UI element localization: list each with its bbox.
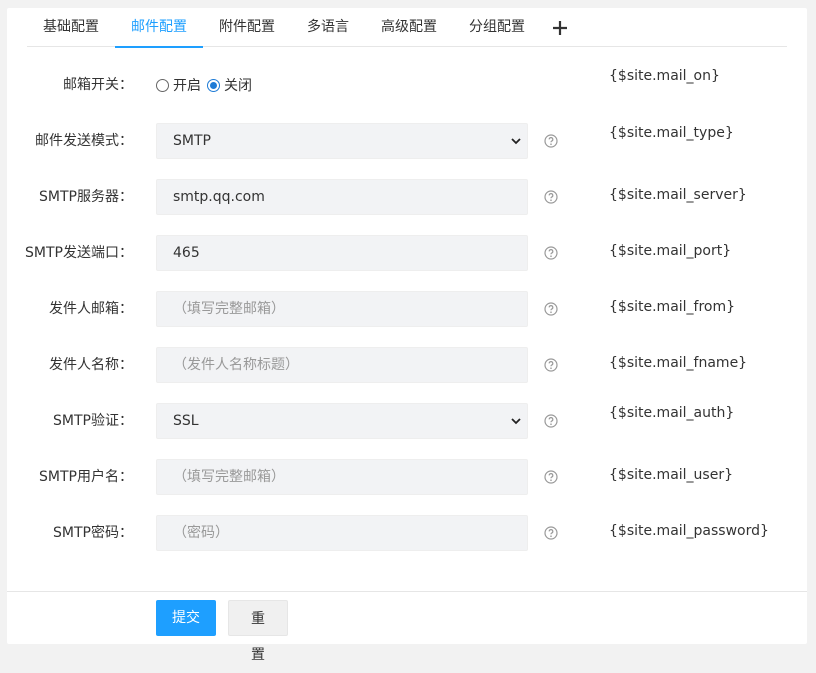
mail-auth-label: SMTP验证： [53, 413, 133, 429]
mail-user-control [156, 459, 528, 495]
mail-fname-input[interactable] [156, 347, 528, 383]
mail-on-option-enable[interactable]: 开启 [156, 75, 201, 95]
mail-port-input[interactable] [156, 235, 528, 271]
mail-password-label: SMTP密码： [53, 525, 133, 541]
config-tabs: 基础配置 邮件配置 附件配置 多语言 高级配置 分组配置 [27, 8, 787, 48]
mail-auth-select[interactable]: SSL [156, 403, 528, 439]
form-row-mail-password: SMTP密码： {$site.mail_password} [7, 515, 807, 551]
submit-button[interactable]: 提交 [156, 600, 216, 636]
form-row-mail-fname: 发件人名称： {$site.mail_fname} [7, 347, 807, 383]
form-footer: 提交 重置 [7, 591, 807, 663]
form-row-mail-on: 邮箱开关： 开启 关闭 {$site.mail_on} [7, 67, 807, 103]
mail-fname-label: 发件人名称： [49, 357, 133, 373]
mail-on-option-disable-label: 关闭 [224, 78, 252, 94]
radio-checked-icon[interactable] [207, 78, 220, 92]
mail-fname-variable: {$site.mail_fname} [609, 355, 748, 371]
mail-type-label: 邮件发送模式： [35, 133, 133, 149]
question-circle-icon[interactable] [544, 358, 558, 372]
question-circle-icon[interactable] [544, 470, 558, 484]
mail-type-variable: {$site.mail_type} [609, 125, 734, 141]
mail-auth-variable: {$site.mail_auth} [609, 405, 735, 421]
mail-server-label: SMTP服务器： [39, 189, 133, 205]
mail-port-variable: {$site.mail_port} [609, 243, 732, 259]
mail-on-variable: {$site.mail_on} [609, 68, 720, 84]
tab-advanced-config[interactable]: 高级配置 [365, 8, 453, 47]
mail-server-variable: {$site.mail_server} [609, 187, 747, 203]
question-circle-icon[interactable] [544, 414, 558, 428]
mail-from-variable: {$site.mail_from} [609, 299, 736, 315]
mail-server-control [156, 179, 528, 215]
question-circle-icon[interactable] [544, 190, 558, 204]
mail-password-control [156, 515, 528, 551]
mail-user-label: SMTP用户名： [39, 469, 133, 485]
mail-fname-control [156, 347, 528, 383]
mail-port-label: SMTP发送端口： [25, 245, 133, 261]
mail-from-control [156, 291, 528, 327]
form-row-mail-port: SMTP发送端口： {$site.mail_port} [7, 235, 807, 271]
mail-user-variable: {$site.mail_user} [609, 467, 733, 483]
reset-button[interactable]: 重置 [228, 600, 288, 663]
mail-port-control [156, 235, 528, 271]
mail-user-input[interactable] [156, 459, 528, 495]
mail-on-option-enable-label: 开启 [173, 78, 201, 94]
radio-unchecked-icon[interactable] [156, 78, 169, 92]
mail-from-label: 发件人邮箱： [49, 301, 133, 317]
form-row-mail-auth: SMTP验证： SSL {$site.mail_auth} [7, 403, 807, 439]
question-circle-icon[interactable] [544, 134, 558, 148]
tab-basic-config[interactable]: 基础配置 [27, 8, 115, 47]
mail-password-variable: {$site.mail_password} [609, 523, 769, 539]
tab-attachment-config[interactable]: 附件配置 [203, 8, 291, 47]
form-row-mail-type: 邮件发送模式： SMTP {$site.mail_type} [7, 123, 807, 159]
question-circle-icon[interactable] [544, 526, 558, 540]
question-circle-icon[interactable] [544, 302, 558, 316]
mail-type-control: SMTP [156, 123, 528, 159]
question-circle-icon[interactable] [544, 246, 558, 260]
tab-multilanguage[interactable]: 多语言 [291, 8, 365, 47]
mail-on-option-disable[interactable]: 关闭 [207, 75, 252, 95]
form-row-mail-from: 发件人邮箱： {$site.mail_from} [7, 291, 807, 327]
form-row-mail-server: SMTP服务器： {$site.mail_server} [7, 179, 807, 215]
mail-auth-control: SSL [156, 403, 528, 439]
tab-mail-config[interactable]: 邮件配置 [115, 8, 203, 48]
tab-group-config[interactable]: 分组配置 [453, 8, 541, 47]
mail-from-input[interactable] [156, 291, 528, 327]
add-tab-button[interactable] [541, 8, 579, 47]
mail-on-label: 邮箱开关： [63, 77, 133, 93]
config-card: 基础配置 邮件配置 附件配置 多语言 高级配置 分组配置 邮箱开关： 开启 关闭 [7, 8, 807, 663]
plus-icon [553, 20, 567, 35]
mail-on-radio-group: 开启 关闭 [156, 67, 258, 103]
form-row-mail-user: SMTP用户名： {$site.mail_user} [7, 459, 807, 495]
mail-server-input[interactable] [156, 179, 528, 215]
mail-type-select[interactable]: SMTP [156, 123, 528, 159]
mail-password-input[interactable] [156, 515, 528, 551]
